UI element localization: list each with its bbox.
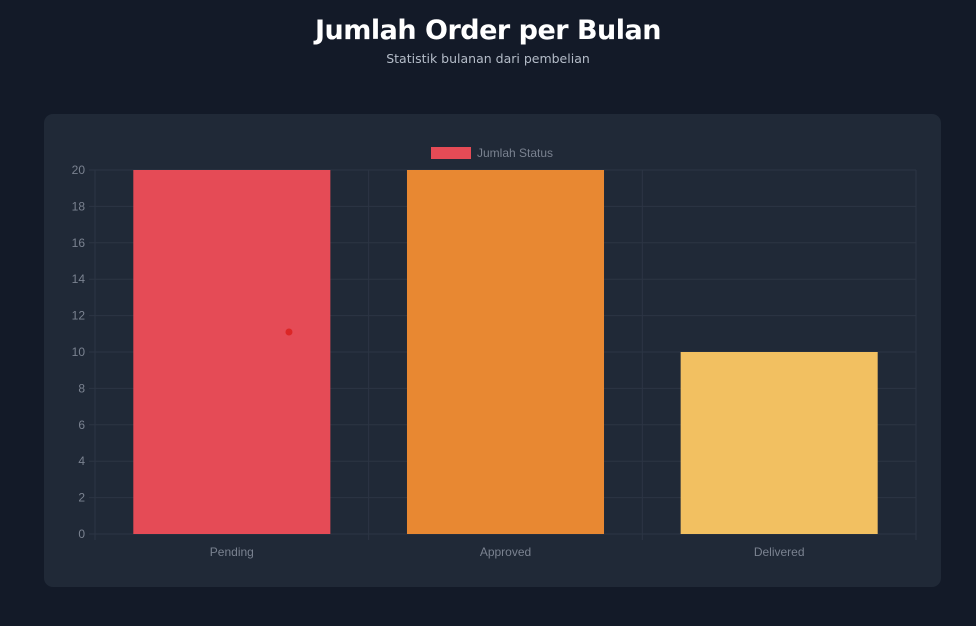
x-tick-label: Approved — [480, 545, 531, 559]
y-tick-label: 10 — [72, 345, 86, 359]
y-tick-label: 2 — [78, 491, 85, 505]
x-tick-label: Pending — [210, 545, 254, 559]
chart-legend[interactable]: Jumlah Status — [431, 146, 553, 160]
y-tick-label: 16 — [72, 236, 86, 250]
y-tick-label: 6 — [78, 418, 85, 432]
legend-label[interactable]: Jumlah Status — [477, 146, 553, 160]
data-marker-point — [285, 328, 293, 336]
y-tick-label: 20 — [72, 163, 86, 177]
page-title: Jumlah Order per Bulan — [315, 15, 661, 46]
x-tick-label: Delivered — [754, 545, 805, 559]
y-tick-label: 12 — [72, 309, 86, 323]
page-subtitle: Statistik bulanan dari pembelian — [386, 51, 590, 66]
y-tick-label: 0 — [78, 527, 85, 541]
bar-delivered — [680, 352, 878, 534]
y-tick-label: 14 — [72, 272, 86, 286]
y-tick-label: 4 — [78, 454, 85, 468]
page-header: Jumlah Order per Bulan Statistik bulanan… — [0, 0, 976, 66]
chart-card: 0 2 4 6 8 10 12 14 16 18 20 Pending Approved Delivere… — [44, 114, 941, 587]
bar-pending — [133, 170, 331, 534]
chart-bars — [133, 170, 878, 534]
y-tick-label: 18 — [72, 199, 86, 213]
y-tick-label: 8 — [78, 381, 85, 395]
legend-swatch[interactable] — [431, 147, 471, 159]
bar-approved — [406, 170, 605, 534]
bar-chart: 0 2 4 6 8 10 12 14 16 18 20 Pending Approved Delivere… — [72, 146, 917, 559]
